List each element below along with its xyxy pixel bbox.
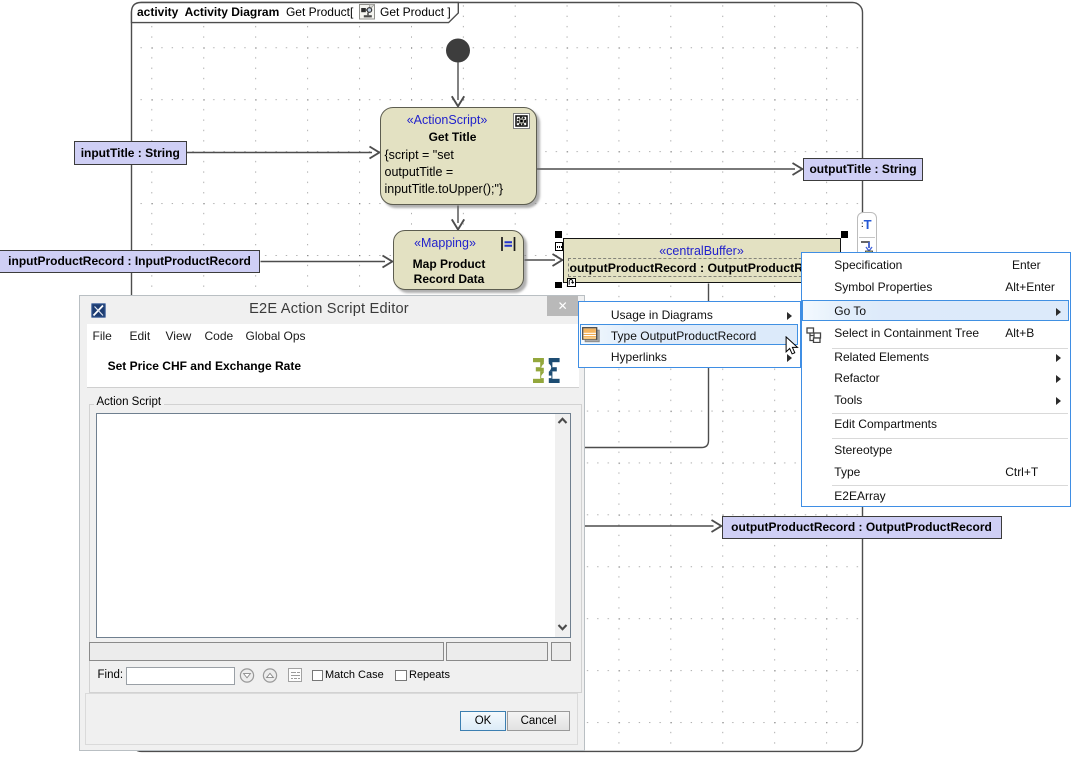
svg-text:2: 2 [540, 359, 552, 382]
